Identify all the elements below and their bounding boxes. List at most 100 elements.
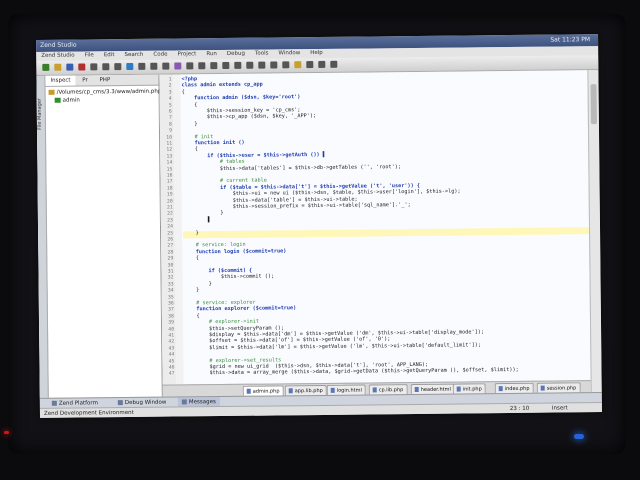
menu-item-tools[interactable]: Tools bbox=[250, 49, 274, 58]
toolbar-button-icon[interactable] bbox=[54, 63, 62, 71]
php-file-icon bbox=[246, 388, 251, 394]
tab-label: Messages bbox=[188, 399, 216, 406]
toolbar-button-icon[interactable] bbox=[126, 62, 134, 71]
tree-item-file[interactable]: /Volumes/cp_cms/3.3/www/admin.php bbox=[48, 88, 162, 96]
code-line[interactable]: 29 { bbox=[168, 255, 199, 262]
toolbar-button-icon[interactable] bbox=[162, 62, 170, 70]
code-line[interactable]: 8 } bbox=[169, 121, 198, 128]
code-text: { bbox=[183, 255, 199, 262]
toolbar-button-icon[interactable] bbox=[222, 61, 230, 70]
code-text: function login ($commit=true) bbox=[183, 248, 287, 256]
tab-inspect[interactable]: Inspect bbox=[45, 75, 76, 86]
toolbar-button-icon[interactable] bbox=[102, 63, 110, 71]
class-icon bbox=[54, 97, 61, 103]
code-line[interactable]: 2 class admin extends cp_app bbox=[169, 81, 263, 90]
php-file-icon bbox=[288, 388, 293, 394]
toolbar-button-icon[interactable] bbox=[150, 62, 158, 70]
file-tab-label: header.html bbox=[420, 386, 451, 393]
code-line[interactable]: 37 function explorer ($commit=true) bbox=[168, 305, 297, 314]
toolbar-button-icon[interactable] bbox=[234, 61, 242, 69]
menu-item-search[interactable]: Search bbox=[119, 51, 148, 60]
scrollbar-thumb[interactable] bbox=[590, 84, 597, 125]
status-led bbox=[574, 434, 584, 439]
file-tab-label: login.html bbox=[336, 387, 362, 394]
menu-item-edit[interactable]: Edit bbox=[99, 51, 120, 60]
tree-item-path: /Volumes/cp_cms/3.3/www/admin.php bbox=[56, 88, 162, 96]
toolbar-button-icon[interactable] bbox=[318, 60, 326, 68]
toolbar-button-icon[interactable] bbox=[246, 61, 254, 69]
code-line[interactable]: 25 } bbox=[167, 229, 199, 237]
menu-item-window[interactable]: Window bbox=[273, 49, 305, 58]
toolbar-button-icon[interactable] bbox=[66, 63, 74, 71]
code-text: <?php bbox=[181, 76, 198, 83]
toolbar-button-icon[interactable] bbox=[282, 61, 290, 69]
tree-item-class-label: admin bbox=[62, 97, 80, 104]
toolbar-button-icon[interactable] bbox=[330, 60, 338, 68]
php-file-icon bbox=[540, 385, 545, 391]
file-tab-label: init.php bbox=[462, 386, 482, 393]
tree-item-class[interactable]: admin bbox=[54, 97, 80, 104]
menu-item-debug[interactable]: Debug bbox=[222, 50, 250, 59]
side-strip-label[interactable]: File Manager bbox=[36, 84, 45, 144]
code-text: } bbox=[183, 280, 212, 288]
code-line[interactable]: 34 } bbox=[168, 287, 200, 294]
toolbar-button-icon[interactable] bbox=[90, 63, 98, 71]
toolbar-button-icon[interactable] bbox=[198, 62, 206, 70]
file-icon bbox=[48, 89, 55, 95]
code-text: function init () bbox=[182, 139, 245, 147]
menu-item-file[interactable]: File bbox=[80, 51, 99, 60]
window-title: Zend Studio bbox=[40, 41, 77, 49]
code-area[interactable]: 1 <?php 2 class admin extends cp_app 3{4 fun… bbox=[166, 72, 590, 384]
php-file-icon bbox=[414, 386, 419, 393]
menubar-clock: Sat 11:23 PM bbox=[550, 36, 591, 44]
code-text: if ($this->user = $this->getAuth ()) ▌ bbox=[182, 151, 326, 160]
code-line[interactable]: 4 function admin ($dsn, $key='root') bbox=[169, 94, 301, 102]
code-text: { bbox=[183, 313, 200, 320]
menu-item-project[interactable]: Project bbox=[172, 50, 201, 59]
toolbar-button-icon[interactable] bbox=[210, 62, 218, 70]
toolbar-button-icon[interactable] bbox=[42, 63, 50, 71]
toolbar-button-icon[interactable] bbox=[306, 61, 314, 69]
tab-php[interactable]: PHP bbox=[94, 75, 115, 85]
toolbar-button-icon[interactable] bbox=[78, 63, 86, 71]
code-text: class admin extends cp_app bbox=[181, 81, 263, 89]
screen: Zend Studio Sat 11:23 PM Zend Studio File… bbox=[36, 34, 602, 418]
tab-label: Debug Window bbox=[124, 399, 167, 407]
menu-item-run[interactable]: Run bbox=[201, 50, 222, 59]
code-text: ▌ bbox=[182, 216, 212, 224]
platform-icon bbox=[51, 400, 57, 406]
code-text: function explorer ($commit=true) bbox=[183, 305, 297, 313]
code-line[interactable]: 7 $this->cp_app ($dsn, $key, '_APP'); bbox=[169, 113, 317, 122]
toolbar-button-icon[interactable] bbox=[174, 62, 182, 70]
php-file-icon bbox=[330, 387, 335, 393]
menu-item-zend-studio[interactable]: Zend Studio bbox=[36, 51, 79, 60]
messages-icon bbox=[181, 399, 187, 405]
file-tab-label: cp.lib.php bbox=[378, 387, 404, 394]
code-line[interactable]: 23 ▌ bbox=[167, 216, 212, 224]
code-text: $this->cp_app ($dsn, $key, '_APP'); bbox=[181, 113, 317, 121]
toolbar-button-icon[interactable] bbox=[258, 61, 266, 69]
menu-item-code[interactable]: Code bbox=[148, 51, 172, 60]
file-tab-label: app.lib.php bbox=[294, 387, 323, 395]
status-cursor-position: 23 : 10 bbox=[509, 405, 530, 413]
toolbar-button-icon[interactable] bbox=[270, 61, 278, 69]
toolbar-button-icon[interactable] bbox=[114, 63, 122, 71]
code-text: function admin ($dsn, $key='root') bbox=[181, 94, 301, 102]
code-line[interactable]: 15 $this->data['tables'] = $this->db->ge… bbox=[167, 163, 402, 173]
toolbar-button-icon[interactable] bbox=[294, 61, 302, 69]
code-text: } bbox=[183, 229, 199, 237]
file-manager-panel: File Manager Inspect Pr PHP /Volumes/cp_… bbox=[36, 74, 163, 398]
code-text: } bbox=[182, 210, 224, 217]
menu-item-help[interactable]: Help bbox=[305, 49, 328, 58]
code-text: $this->data['tables'] = $this->db->getTa… bbox=[182, 163, 402, 173]
panel-tabs: Inspect Pr PHP bbox=[45, 74, 159, 87]
code-text: { bbox=[182, 146, 198, 153]
file-tab-label: session.php bbox=[546, 385, 577, 392]
tab-project[interactable]: Pr bbox=[77, 75, 93, 85]
toolbar-button-icon[interactable] bbox=[186, 62, 194, 70]
status-insert-mode: Insert bbox=[551, 405, 568, 412]
tab-label: Zend Platform bbox=[58, 400, 98, 407]
toolbar-button-icon[interactable] bbox=[138, 62, 146, 70]
line-number: 47 bbox=[168, 371, 175, 377]
code-editor[interactable]: 1 <?php 2 class admin extends cp_app 3{4 fun… bbox=[159, 70, 591, 385]
